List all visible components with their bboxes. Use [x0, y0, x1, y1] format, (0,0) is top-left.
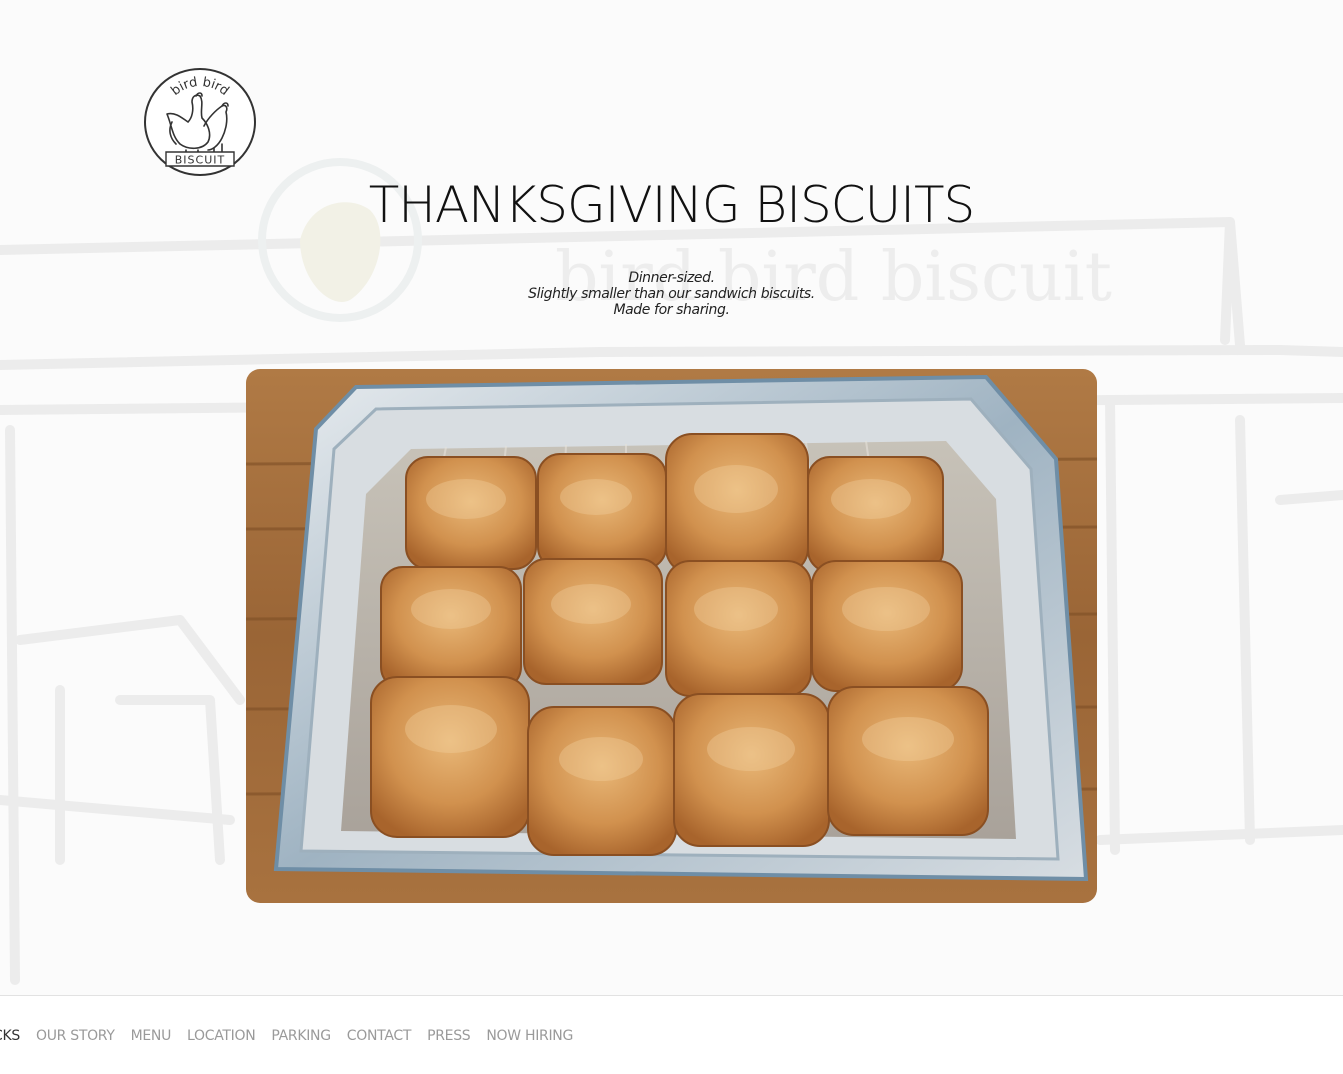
biscuits-tray-photo: [246, 369, 1097, 903]
tagline-line-3: Made for sharing.: [613, 302, 730, 318]
tagline-line-1: Dinner-sized.: [628, 270, 715, 286]
nav-item-menu[interactable]: MENU: [131, 1028, 172, 1044]
logo-bottom-text: BISCUIT: [175, 154, 225, 167]
bird-bird-biscuit-logo[interactable]: bird bird BISCUIT: [142, 66, 258, 178]
footer-nav: ACKS OUR STORY MENU LOCATION PARKING CON…: [0, 1028, 573, 1044]
nav-item-our-story[interactable]: OUR STORY: [36, 1028, 115, 1044]
tagline: Dinner-sized. Slightly smaller than our …: [0, 270, 1343, 318]
nav-item-press[interactable]: PRESS: [427, 1028, 471, 1044]
nav-item-parking[interactable]: PARKING: [271, 1028, 331, 1044]
tagline-line-2: Slightly smaller than our sandwich biscu…: [528, 286, 815, 302]
nav-item-location[interactable]: LOCATION: [187, 1028, 256, 1044]
page-title: THANKSGIVING BISCUITS: [368, 176, 976, 234]
nav-item-acks[interactable]: ACKS: [0, 1028, 20, 1044]
page: bird bird biscuit bird bird BISCUIT THAN…: [0, 0, 1343, 1074]
nav-item-now-hiring[interactable]: NOW HIRING: [486, 1028, 573, 1044]
nav-item-contact[interactable]: CONTACT: [347, 1028, 412, 1044]
footer: ACKS OUR STORY MENU LOCATION PARKING CON…: [0, 995, 1343, 1074]
